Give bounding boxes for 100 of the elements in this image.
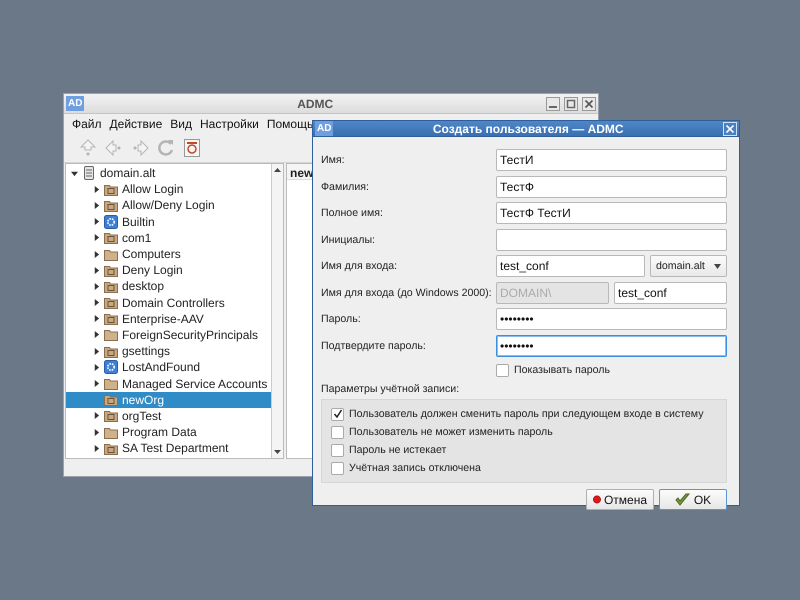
tree-row-highlight[interactable]: Domain Controllers [66,294,271,311]
tree-row-highlight[interactable]: com1 [66,230,271,246]
tree-item[interactable]: Computers [122,247,181,262]
tree-row-highlight[interactable]: Program Data [66,424,271,440]
ok-button[interactable]: OK [659,489,727,510]
tree-item[interactable]: Domain Controllers [122,296,225,310]
field-label: Фамилия: [321,180,370,193]
expand-arrow-icon[interactable] [93,444,100,452]
expand-arrow-icon[interactable] [93,186,100,193]
tree-row-highlight[interactable]: ForeignSecurityPrincipals [66,326,271,344]
server-icon [82,166,96,180]
menu-item[interactable]: Действие [110,116,162,130]
tree-item[interactable]: SA Test Department [122,441,228,456]
expand-arrow-icon[interactable] [93,202,100,209]
checkbox[interactable] [331,444,344,456]
tree-row-highlight[interactable]: Computers [66,246,271,262]
tree-item[interactable]: Allow Login [122,182,184,196]
tree-row-highlight[interactable]: SA Test Department [66,440,271,456]
checkbox-label[interactable]: Пользователь не может изменить пароль [349,426,553,438]
tree-row-highlight[interactable]: orgTest [66,408,271,424]
tree-item[interactable]: Allow/Deny Login [122,198,215,212]
folder-icon [104,442,118,455]
expand-arrow-icon[interactable] [93,412,100,420]
text-field[interactable]: ТестИ [496,149,727,172]
tree-row-highlight[interactable]: Managed Service Accounts [66,375,271,392]
expand-arrow-icon[interactable] [93,250,100,258]
text-field[interactable]: ТестФ ТестИ [496,202,727,224]
minimize-icon[interactable] [546,96,560,110]
text-field[interactable]: •••••••• [496,308,727,330]
expand-arrow-icon[interactable] [71,170,78,177]
menu-item[interactable]: Вид [170,116,192,130]
tree-item[interactable]: newOrg [122,392,164,407]
tree-row-highlight[interactable]: desktop [66,278,271,294]
expand-arrow-icon[interactable] [93,266,100,274]
expand-arrow-icon[interactable] [93,428,100,436]
tree-item[interactable]: desktop [122,279,164,294]
checkbox[interactable] [331,462,344,474]
stop-icon [593,493,601,506]
tree-item[interactable]: orgTest [122,408,162,423]
menu-item[interactable]: Настройки [200,116,259,130]
field-label: Пароль: [321,313,362,326]
tree-row-highlight[interactable]: Builtin [66,214,271,230]
field-label: Полное имя: [321,207,384,220]
tree-item[interactable]: Enterprise-AAV [122,312,204,326]
tree-row-highlight[interactable]: Allow/Deny Login [66,197,271,214]
expand-arrow-icon[interactable] [93,299,100,306]
field-label: Имя для входа (до Windows 2000): [321,286,493,299]
tree-row-highlight[interactable]: Allow Login [66,181,271,198]
check-arrow-icon [674,493,691,506]
field-label: Подтвердите пароль: [321,340,427,352]
checkbox-label[interactable]: Учётная запись отключена [349,462,481,474]
expand-arrow-icon[interactable] [93,234,100,242]
window-title: ADMC [296,96,334,110]
menu-item[interactable]: Файл [72,116,102,130]
text-field[interactable]: test_conf [614,282,727,304]
close-icon[interactable] [582,96,596,110]
tree-item[interactable]: Deny Login [122,263,183,278]
expand-arrow-icon[interactable] [93,380,100,388]
expand-arrow-icon[interactable] [93,348,100,355]
tree-row-highlight[interactable]: newOrg [66,392,271,408]
text-field[interactable]: test_conf [496,255,645,278]
tree-item[interactable]: ForeignSecurityPrincipals [122,328,258,342]
text-field[interactable] [496,228,727,251]
cancel-button[interactable]: Отмена [586,489,654,510]
checkbox[interactable] [496,364,509,376]
folder-icon [104,409,118,422]
tree-row-highlight[interactable]: Deny Login [66,262,271,278]
checkbox-label[interactable]: Пользователь должен сменить пароль при следующем входе в систему [349,408,704,420]
folder-icon [104,248,118,261]
tree-row-highlight[interactable]: gsettings [66,343,271,360]
text-field[interactable]: ТестФ [496,176,727,198]
tree-item[interactable]: Program Data [122,425,197,440]
filter-icon[interactable] [182,138,202,158]
checkbox[interactable] [331,426,344,438]
maximize-icon[interactable] [564,96,578,110]
gear-icon [104,214,118,229]
tree-item[interactable]: com1 [122,230,152,245]
checkbox[interactable] [331,408,344,420]
scrollbar[interactable] [271,164,283,458]
text-field[interactable]: •••••••• [496,334,727,357]
field-label: Имя: [321,154,346,166]
folder-icon [104,264,118,277]
expand-arrow-icon[interactable] [93,331,100,338]
domain-dropdown[interactable]: domain.alt [650,255,727,278]
app-logo: AD [66,96,84,111]
expand-arrow-icon[interactable] [93,315,100,322]
tree-row-highlight[interactable]: Enterprise-AAV [66,310,271,327]
expand-arrow-icon[interactable] [93,282,100,290]
prefix-field: DOMAIN\ [496,282,609,304]
menu-item[interactable]: Помощь [266,116,314,130]
expand-arrow-icon[interactable] [93,218,100,226]
checkbox-label[interactable]: Пароль не истекает [349,444,446,456]
tree-item[interactable]: Managed Service Accounts [122,376,268,391]
tree-item[interactable]: LostAndFound [122,360,200,374]
tree-item[interactable]: domain.alt [100,166,156,180]
tree-row-highlight[interactable]: LostAndFound [66,359,271,376]
checkbox-label[interactable]: Показывать пароль [514,364,610,376]
expand-arrow-icon[interactable] [93,364,100,371]
tree-item[interactable]: Builtin [122,214,155,229]
tree-item[interactable]: gsettings [122,344,170,358]
